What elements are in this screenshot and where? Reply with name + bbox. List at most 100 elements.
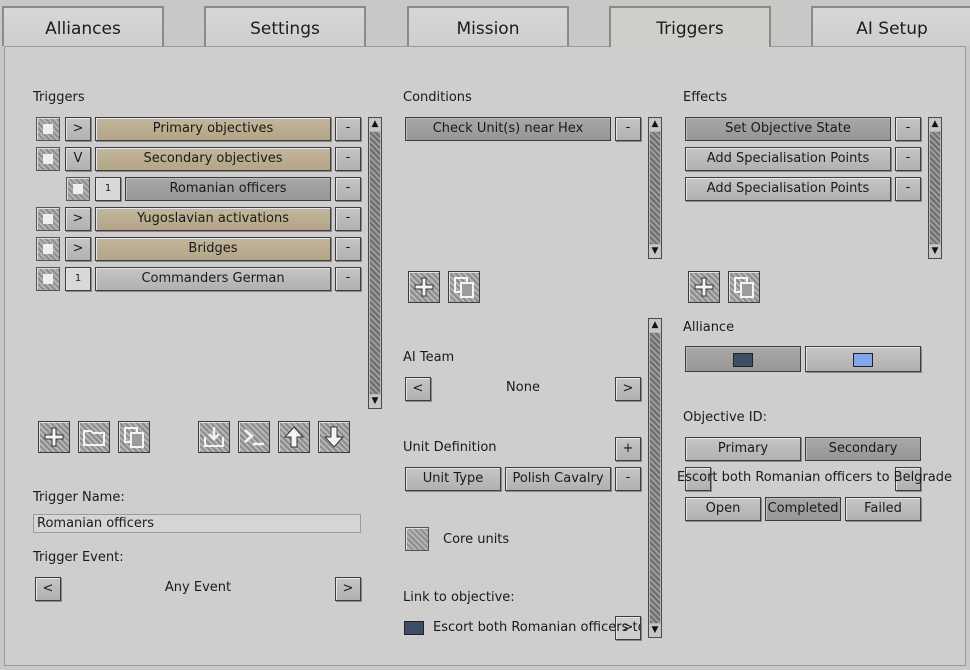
add-folder-button[interactable] [78, 421, 110, 453]
plus-icon [44, 427, 64, 447]
trigger-checkbox[interactable] [36, 207, 60, 231]
tab-mission[interactable]: Mission [407, 6, 569, 46]
tab-settings[interactable]: Settings [204, 6, 366, 46]
add-trigger-button[interactable] [38, 421, 70, 453]
effect-remove-button[interactable]: - [895, 117, 921, 141]
scrollbar-thumb[interactable] [650, 132, 660, 244]
trigger-item-selected[interactable]: Romanian officers [125, 177, 331, 201]
copy-icon [734, 277, 754, 298]
trigger-order-badge: 1 [95, 177, 121, 201]
linked-objective-select-button[interactable]: > [615, 616, 641, 640]
trigger-item[interactable]: Primary objectives [95, 117, 331, 141]
trigger-remove-button[interactable]: - [335, 237, 361, 261]
effect-remove-button[interactable]: - [895, 147, 921, 171]
scrollbar-thumb[interactable] [370, 132, 380, 394]
alliance-option-2[interactable] [805, 346, 921, 372]
copy-condition-button[interactable] [448, 271, 480, 303]
trigger-item[interactable]: Bridges [95, 237, 331, 261]
copy-effect-button[interactable] [728, 271, 760, 303]
state-completed-button[interactable]: Completed [765, 497, 841, 521]
triggers-heading: Triggers [33, 90, 85, 105]
trigger-expand-button[interactable]: > [65, 117, 91, 141]
trigger-expand-button[interactable]: > [65, 207, 91, 231]
arrow-up-icon [283, 426, 305, 448]
effects-scrollbar[interactable]: ▲ ▼ [928, 117, 942, 259]
state-failed-button[interactable]: Failed [845, 497, 921, 521]
trigger-event-value: Any Event [164, 580, 232, 595]
unit-type-button[interactable]: Unit Type [405, 467, 501, 491]
conditions-scrollbar[interactable]: ▲ ▼ [648, 117, 662, 259]
alliance-color-swatch [853, 353, 873, 367]
trigger-expand-button[interactable]: > [65, 237, 91, 261]
move-down-button[interactable] [318, 421, 350, 453]
objective-secondary-button[interactable]: Secondary [805, 437, 921, 461]
trigger-checkbox[interactable] [36, 237, 60, 261]
trigger-expand-button[interactable]: V [65, 147, 91, 171]
trigger-item[interactable]: Commanders German [95, 267, 331, 291]
trigger-name-input[interactable]: Romanian officers [33, 514, 361, 533]
condition-item[interactable]: Check Unit(s) near Hex [405, 117, 611, 141]
scroll-up-arrow-icon[interactable]: ▲ [649, 319, 661, 332]
plus-icon [414, 277, 434, 297]
ai-team-next-button[interactable]: > [615, 377, 641, 401]
scroll-down-arrow-icon[interactable]: ▼ [369, 395, 381, 408]
scroll-down-arrow-icon[interactable]: ▼ [929, 245, 941, 258]
condition-details-scrollbar[interactable]: ▲ ▼ [648, 318, 662, 638]
alliance-label: Alliance [683, 320, 735, 335]
tab-alliances[interactable]: Alliances [2, 6, 164, 46]
trigger-event-next-button[interactable]: > [335, 577, 361, 601]
trigger-checkbox[interactable] [66, 177, 90, 201]
effect-remove-button[interactable]: - [895, 177, 921, 201]
unit-type-value[interactable]: Polish Cavalry [505, 467, 611, 491]
effect-item[interactable]: Add Specialisation Points [685, 177, 891, 201]
effect-item[interactable]: Add Specialisation Points [685, 147, 891, 171]
unit-definition-remove-button[interactable]: - [615, 467, 641, 491]
scroll-up-arrow-icon[interactable]: ▲ [929, 118, 941, 131]
scroll-down-arrow-icon[interactable]: ▼ [649, 245, 661, 258]
trigger-remove-button[interactable]: - [335, 177, 361, 201]
trigger-item[interactable]: Secondary objectives [95, 147, 331, 171]
core-units-label: Core units [443, 532, 510, 547]
add-effect-button[interactable] [688, 271, 720, 303]
scrollbar-thumb[interactable] [930, 132, 940, 244]
ai-team-prev-button[interactable]: < [405, 377, 431, 401]
alliance-color-swatch [733, 353, 753, 367]
arrow-down-icon [323, 426, 345, 448]
import-button[interactable] [198, 421, 230, 453]
effects-heading: Effects [683, 90, 728, 105]
unit-definition-add-button[interactable]: + [615, 437, 641, 461]
scroll-up-arrow-icon[interactable]: ▲ [369, 118, 381, 131]
condition-remove-button[interactable]: - [615, 117, 641, 141]
trigger-checkbox[interactable] [36, 147, 60, 171]
alliance-option-1[interactable] [685, 346, 801, 372]
add-condition-button[interactable] [408, 271, 440, 303]
scroll-down-arrow-icon[interactable]: ▼ [649, 624, 661, 637]
trigger-checkbox[interactable] [36, 267, 60, 291]
trigger-remove-button[interactable]: - [335, 267, 361, 291]
effect-item-selected[interactable]: Set Objective State [685, 117, 891, 141]
objective-id-label: Objective ID: [683, 410, 767, 425]
copy-icon [454, 277, 474, 298]
trigger-remove-button[interactable]: - [335, 117, 361, 141]
trigger-list-scrollbar[interactable]: ▲ ▼ [368, 117, 382, 409]
scrollbar-thumb[interactable] [650, 333, 660, 623]
state-open-button[interactable]: Open [685, 497, 761, 521]
copy-icon [124, 427, 144, 448]
trigger-remove-button[interactable]: - [335, 147, 361, 171]
objective-primary-button[interactable]: Primary [685, 437, 801, 461]
trigger-event-label: Trigger Event: [33, 550, 124, 565]
trigger-remove-button[interactable]: - [335, 207, 361, 231]
move-up-button[interactable] [278, 421, 310, 453]
trigger-order-badge: 1 [65, 267, 91, 291]
import-icon [204, 427, 224, 447]
core-units-checkbox[interactable] [405, 527, 429, 551]
tab-triggers[interactable]: Triggers [609, 6, 771, 47]
trigger-event-prev-button[interactable]: < [35, 577, 61, 601]
scroll-up-arrow-icon[interactable]: ▲ [649, 118, 661, 131]
copy-trigger-button[interactable] [118, 421, 150, 453]
trigger-item[interactable]: Yugoslavian activations [95, 207, 331, 231]
console-button[interactable] [238, 421, 270, 453]
tab-ai-setup[interactable]: AI Setup [811, 6, 970, 46]
trigger-checkbox[interactable] [36, 117, 60, 141]
linked-objective-text: Escort both Romanian officers to Be [433, 620, 641, 635]
